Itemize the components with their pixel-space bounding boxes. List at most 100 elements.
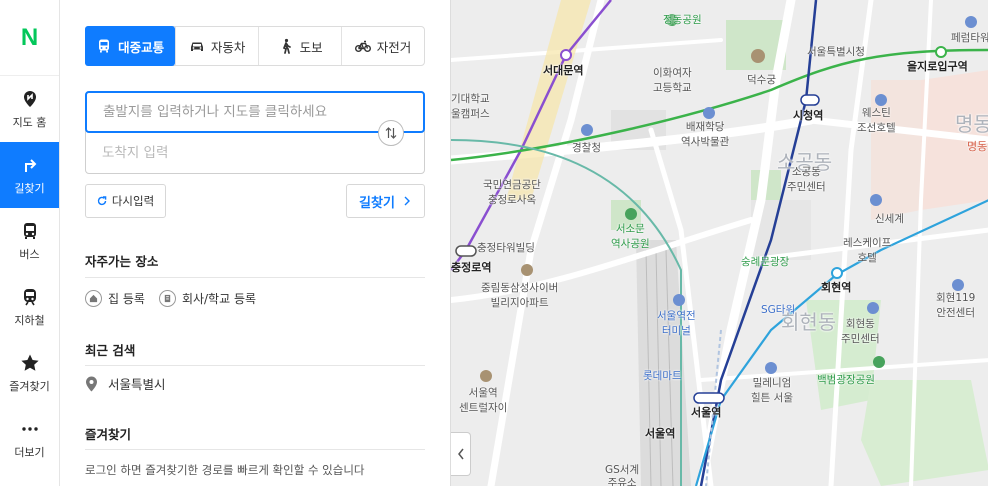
rail-item-more[interactable]: 더보기 — [0, 406, 59, 472]
recent-item[interactable]: 서울특별시 — [85, 374, 166, 393]
map-label[interactable]: 서울역 — [645, 425, 675, 441]
building-icon — [158, 290, 176, 307]
tab-bike[interactable]: 자전거 — [341, 27, 424, 65]
more-icon — [21, 426, 38, 431]
directions-icon — [24, 158, 36, 172]
map-label[interactable]: 숭례문광장 — [741, 254, 789, 269]
map-label[interactable]: 서소문 역사공원 — [611, 222, 650, 252]
map-label[interactable]: 소공동 주민센터 — [787, 165, 826, 195]
map-label[interactable]: 회현동 주민센터 — [841, 317, 880, 347]
map-label[interactable]: 국민연금공단 충정로사옥 — [483, 178, 541, 208]
directions-panel: 대중교통 자동차 도보 자전거 다시입력 길찾기 자주가는 장소 — [60, 0, 450, 486]
map-label[interactable]: 페럼타워 — [951, 30, 988, 45]
rail-label-subway: 지하철 — [14, 313, 45, 327]
rail-item-directions[interactable]: 길찾기 — [0, 142, 59, 208]
map-label[interactable]: 경찰청 — [572, 140, 601, 155]
map-label[interactable]: 롯데마트 — [643, 368, 682, 383]
logo-text: N — [20, 23, 39, 51]
route-inputs — [85, 91, 425, 174]
register-work-button[interactable]: 회사/학교 등록 — [158, 290, 257, 307]
map-canvas[interactable]: 서대문역 정동공원 덕수궁 서울특별시청 을지로입구역 이화여자 고등학교 배재… — [450, 0, 988, 486]
map-label[interactable]: 서울역전 터미널 — [657, 309, 696, 339]
map-label[interactable]: 이화여자 고등학교 — [653, 66, 692, 96]
map-label[interactable]: 회현동 — [781, 306, 836, 335]
map-label[interactable]: 정동공원 — [663, 12, 702, 27]
map-label[interactable]: 서울역 센트럴자이 — [459, 386, 507, 416]
walk-icon — [282, 38, 291, 54]
car-icon — [190, 42, 203, 51]
rail-label-directions: 길찾기 — [14, 181, 45, 195]
map-label[interactable]: 충정로역 — [451, 259, 491, 275]
favorites-title: 즐겨찾기 — [85, 427, 132, 442]
collapse-panel-button[interactable] — [451, 432, 471, 476]
register-work-label: 회사/학교 등록 — [181, 292, 257, 306]
map-label[interactable]: 회현119 안전센터 — [936, 291, 975, 321]
reset-button[interactable]: 다시입력 — [85, 184, 166, 218]
map-label[interactable]: 충정타워빌딩 — [477, 240, 535, 255]
tab-bike-label: 자전거 — [376, 39, 412, 55]
map-label[interactable]: 회현역 — [821, 279, 851, 295]
map-label[interactable]: 백범광장공원 — [817, 372, 875, 387]
bus-icon — [99, 39, 110, 53]
map-label[interactable]: 시청역 — [793, 107, 823, 123]
tab-car[interactable]: 자동차 — [175, 27, 258, 65]
recent-search-title: 최근 검색 — [85, 343, 136, 358]
tab-walk-label: 도보 — [299, 39, 323, 55]
map-label[interactable]: 을지로입구역 — [907, 58, 968, 74]
divider — [85, 277, 425, 278]
recent-item-label: 서울특별시 — [108, 377, 166, 392]
bus-icon — [23, 222, 36, 239]
tab-car-label: 자동차 — [210, 39, 246, 55]
register-home-button[interactable]: 집 등록 — [85, 290, 145, 307]
search-route-button[interactable]: 길찾기 — [346, 184, 425, 218]
tab-walk[interactable]: 도보 — [258, 27, 341, 65]
rail-item-favorites[interactable]: 즐겨찾기 — [0, 340, 59, 406]
chevron-left-icon — [457, 448, 464, 460]
search-route-label: 길찾기 — [359, 195, 395, 211]
reset-button-label: 다시입력 — [111, 194, 155, 208]
map-label[interactable]: 중림동삼성사이버 빌리지아파트 — [481, 281, 558, 311]
bike-icon — [354, 40, 371, 52]
register-home-label: 집 등록 — [108, 292, 145, 306]
frequent-places-title: 자주가는 장소 — [85, 254, 159, 269]
goal-input[interactable] — [86, 133, 424, 173]
map-label[interactable]: 명동 — [967, 138, 987, 154]
star-icon — [20, 354, 39, 371]
map-label[interactable]: 신세계 — [875, 211, 904, 226]
location-pin-icon — [86, 376, 97, 391]
favorites-login-note: 로그인 하면 즐겨찾기한 경로를 빠르게 확인할 수 있습니다 — [85, 463, 365, 477]
rail-label-favorites: 즐겨찾기 — [9, 379, 50, 393]
divider — [85, 365, 425, 366]
rail-label-map-home: 지도 홈 — [12, 115, 47, 129]
map-label[interactable]: 레스케이프 호텔 — [843, 236, 891, 266]
map-label[interactable]: 서울역 — [691, 404, 721, 420]
map-label[interactable]: 덕수궁 — [747, 72, 776, 87]
refresh-icon — [97, 196, 107, 206]
map-label[interactable]: 명동 — [955, 108, 988, 137]
rail-label-bus: 버스 — [19, 247, 40, 261]
map-label[interactable]: 서울특별시청 — [807, 44, 865, 59]
transport-mode-tabs: 대중교통 자동차 도보 자전거 — [85, 26, 425, 66]
rail-item-bus[interactable]: 버스 — [0, 208, 59, 274]
rail-label-more: 더보기 — [14, 445, 45, 459]
map-label[interactable]: 서대문역 — [543, 62, 583, 78]
map-label[interactable]: 밀레니엄 힐튼 서울 — [751, 376, 793, 406]
naver-logo[interactable]: N — [0, 0, 59, 76]
divider — [85, 449, 425, 450]
rail-item-subway[interactable]: 지하철 — [0, 274, 59, 340]
left-nav-rail: N 지도 홈 길찾기 버스 지하철 즐겨찾기 더보기 — [0, 0, 60, 486]
rail-item-map-home[interactable]: 지도 홈 — [0, 76, 59, 142]
map-label[interactable]: GS서계 주유소 — [605, 464, 639, 486]
map-label[interactable]: 배재학당 역사박물관 — [681, 120, 729, 150]
frequent-places: 집 등록 회사/학교 등록 — [85, 290, 270, 307]
swap-button[interactable] — [378, 120, 404, 146]
swap-icon — [385, 127, 397, 139]
map-label[interactable]: 기대학교 울캠퍼스 — [451, 92, 490, 122]
tab-transit[interactable]: 대중교통 — [85, 26, 176, 66]
map-home-icon — [23, 90, 36, 107]
start-input[interactable] — [85, 91, 425, 133]
map-label[interactable]: 웨스틴 조선호텔 — [857, 106, 896, 136]
subway-icon — [23, 288, 36, 305]
home-icon — [85, 290, 102, 307]
chevron-right-icon — [404, 196, 410, 206]
